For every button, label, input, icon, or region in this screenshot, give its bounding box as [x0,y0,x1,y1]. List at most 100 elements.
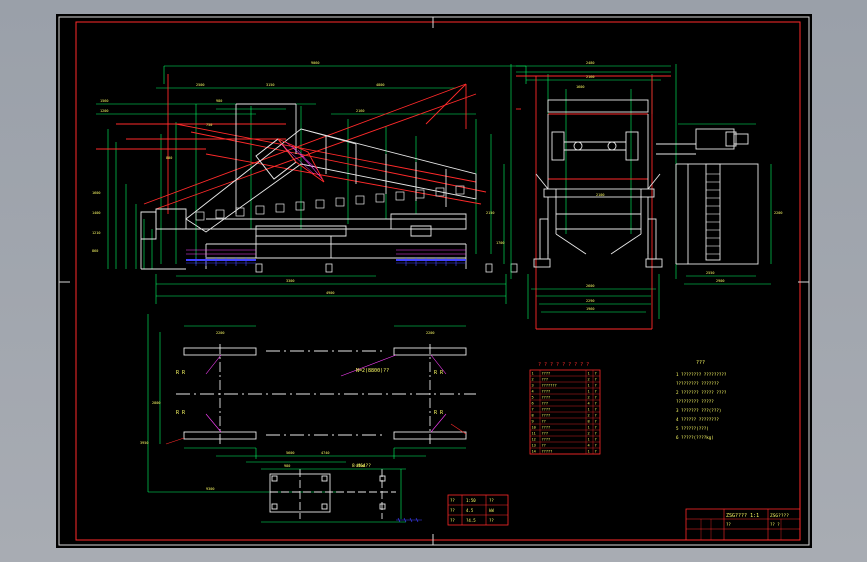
svg-text:4740: 4740 [321,451,329,455]
bom-cell: ???? [542,396,551,400]
svg-text:2600: 2600 [586,284,594,288]
corner-note-b: R R [176,410,186,416]
bom-cell: ? [595,384,597,388]
svg-text:1400: 1400 [92,211,100,215]
bom-cell: ??? [542,402,549,406]
note-line: ????????? ????? [676,399,714,404]
bom-cell: 3 [532,384,534,388]
param-cell: kW [489,508,494,513]
corner-note-c: R R [434,370,444,376]
bom-cell: 1 [588,438,590,442]
svg-text:1560: 1560 [100,99,108,103]
bom-cell: 2 [588,432,590,436]
param-cell: ?? [489,498,494,503]
svg-text:3950: 3950 [140,441,148,445]
bolt-note: 8-M64?? [352,463,371,469]
bom-cell: ? [595,432,597,436]
svg-text:3150: 3150 [266,83,274,87]
bom-cell: 1 [588,384,590,388]
parameter-table: ?? 1:50 ?? ?? 4.5 kW ?? ?4.5 ?? [447,494,509,526]
cad-drawing: 9060 2500 3150 4800 1560 1200 1600 1400 … [58,16,810,546]
bom-cell: 1 [588,408,590,412]
svg-text:1600: 1600 [92,191,100,195]
param-cell: ?4.5 [466,518,476,523]
bom-cell: ????? [542,450,553,454]
svg-text:980: 980 [216,99,222,103]
svg-text:2160: 2160 [356,109,364,113]
svg-text:2200: 2200 [774,211,782,215]
bom-cell: 1 [588,372,590,376]
bom-cell: ??? [542,432,549,436]
bom-cell: ? [595,414,597,418]
svg-text:4900: 4900 [326,291,334,295]
bom-cell: ? [595,396,597,400]
bom-cell: 11 [532,432,536,436]
svg-text:2500: 2500 [196,83,204,87]
svg-text:2550: 2550 [706,271,714,275]
foundation-plan-view: 2200 2200 2800 3950 5600 4740 9300 980 2… [140,314,476,523]
svg-text:3300: 3300 [286,279,294,283]
bom-cell: ? [595,444,597,448]
bom-cell: 2 [532,378,534,382]
bom-cell: ? [595,426,597,430]
param-cell: ?? [489,518,494,523]
title-note: ?? ? [770,522,780,527]
bom-cell: ??? [542,378,549,382]
svg-text:1600: 1600 [576,85,584,89]
bom-cell: ???? [542,438,551,442]
corner-note-a: R R [176,370,186,376]
front-elevation-view: 2480 2160 1600 2600 2290 1960 2100 [510,61,677,330]
bom-table: ? ? ? ? ? ? ? ? ? 1???? 1 ?2??? 2 ?3??????? 1… [529,362,601,455]
note-line: ????????? ??????? [676,381,719,386]
svg-text:2200: 2200 [216,331,224,335]
notes-title: ??? [696,360,705,366]
note-line: 4 ?????? ???????? [676,417,719,422]
svg-text:1700: 1700 [496,241,504,245]
svg-text:2480: 2480 [586,61,594,65]
bom-cell: 5 [532,396,534,400]
bom-cell: ???? [542,390,551,394]
bom-cell: 2 [588,396,590,400]
param-cell: ?? [450,498,455,503]
svg-text:800: 800 [166,156,172,160]
svg-text:1200: 1200 [100,109,108,113]
bom-cell: 14 [532,450,536,454]
svg-text:2290: 2290 [586,299,594,303]
bom-cell: 1 [588,390,590,394]
bom-cell: ? [595,408,597,412]
bom-cell: 4 [588,402,590,406]
bom-cell: 1 [532,372,534,376]
svg-text:5600: 5600 [286,451,294,455]
bom-cell: 4 [532,390,534,394]
drawing-title: ZSG???? 1:1 [726,513,759,519]
drive-side-view: 2550 2900 2200 [656,123,782,285]
svg-text:1210: 1210 [92,231,100,235]
param-cell: 4.5 [466,508,474,513]
cad-viewport[interactable]: 9060 2500 3150 4800 1560 1200 1600 1400 … [0,0,867,562]
svg-text:9060: 9060 [311,61,319,65]
bom-cell: ???? [542,372,551,376]
bom-cell: 9 [532,420,534,424]
bom-cell: 13 [532,444,536,448]
bom-cell: ???? [542,408,551,412]
svg-text:750: 750 [206,123,212,127]
bom-cell: ? [595,438,597,442]
bom-cell: 7 [532,408,534,412]
bom-cell: ???? [542,426,551,430]
bom-cell: 2 [588,378,590,382]
note-line: 3 ??????? ???(???) [676,408,721,413]
technical-notes: ??? 1 ???????? ????????? ????????? ?????… [676,360,727,440]
bom-cell: 8 [588,420,590,424]
bom-cell: ? [595,378,597,382]
bom-cell: 1 [588,450,590,454]
drawing-sheet: 9060 2500 3150 4800 1560 1200 1600 1400 … [56,14,812,548]
bom-cell: 2 [588,414,590,418]
bom-cell: ??????? [542,384,557,388]
title-block: ZSG???? 1:1 ZSG???? ?? ?? ? [685,508,801,541]
param-cell: ?? [450,508,455,513]
note-line: 6 ?????(????kg) [676,435,714,440]
svg-text:2900: 2900 [716,279,724,283]
bom-cell: 12 [532,438,536,442]
svg-text:980: 980 [284,464,290,468]
corner-note-d: R R [434,410,444,416]
